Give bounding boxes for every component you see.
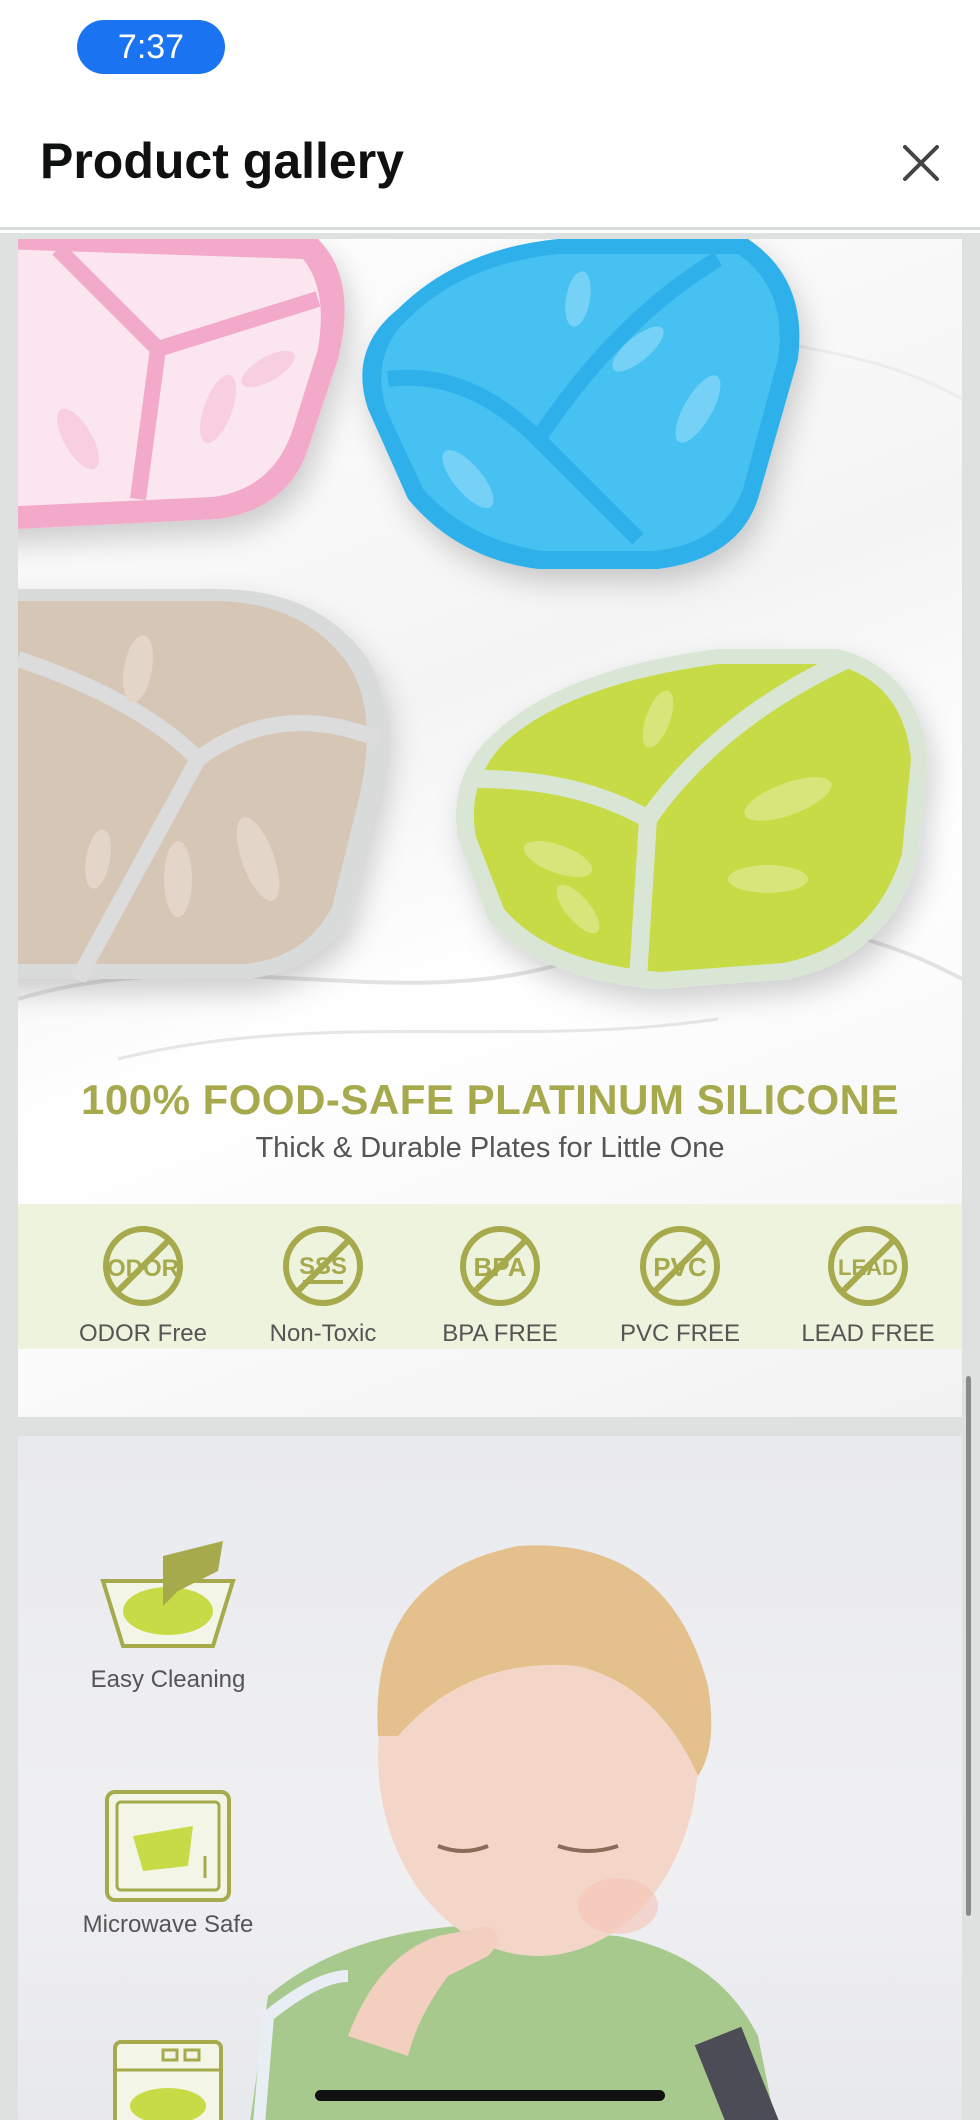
badge-bpa: BPA BPA FREE [410,1204,590,1349]
feature-label: Microwave Safe [82,1911,254,1938]
feature-dishwasher [58,2036,278,2120]
odor-free-icon: ODOR [103,1226,183,1306]
plates-illustration [18,239,962,1061]
feature-easy-cleaning: Easy Cleaning [58,1531,278,1694]
product-subline: Thick & Durable Plates for Little One [255,1132,725,1164]
status-bar: 7:37 [0,0,980,100]
gallery-scroll[interactable]: 100% FOOD-SAFE PLATINUM SILICONE Thick &… [0,233,980,2120]
badge-non-toxic: SSS Non-Toxic [233,1204,413,1349]
home-indicator[interactable] [315,2090,665,2101]
badge-pvc: PVC PVC FREE [590,1204,770,1349]
feature-label: Easy Cleaning [90,1666,246,1693]
lead-free-icon: LEAD [828,1226,908,1306]
beige-plate [18,589,386,983]
badge-odor: ODOR ODOR Free [53,1204,233,1349]
product-headline: 100% FOOD-SAFE PLATINUM SILICONE [81,1076,899,1123]
badge-band: ODOR ODOR Free SSS Non-Toxic BPA [18,1204,962,1349]
blue-plate [362,239,800,569]
microwave-icon [105,1790,231,1902]
easy-cleaning-icon [100,1541,236,1648]
close-icon [903,145,939,181]
status-time: 7:37 [77,20,225,74]
gallery-header: Product gallery [0,100,980,230]
dishwasher-icon [113,2040,223,2120]
product-image-plates[interactable]: 100% FOOD-SAFE PLATINUM SILICONE Thick &… [18,239,962,1417]
badge-label: BPA FREE [442,1320,558,1347]
page-title: Product gallery [40,133,404,189]
scrollbar[interactable] [966,1376,971,1916]
badge-label: ODOR Free [78,1320,207,1347]
badge-label: PVC FREE [619,1320,741,1347]
green-plate [456,649,928,989]
feature-microwave-safe: Microwave Safe [58,1786,278,1939]
badge-label: LEAD FREE [801,1320,935,1347]
pink-plate [18,239,345,529]
badge-label: Non-Toxic [269,1320,377,1347]
product-image-baby[interactable]: Easy Cleaning Microwave Safe [18,1436,962,2120]
close-button[interactable] [895,137,947,189]
bpa-free-icon: BPA [460,1226,540,1306]
pvc-free-icon: PVC [640,1226,720,1306]
badge-lead: LEAD LEAD FREE [778,1204,958,1349]
non-toxic-icon: SSS [283,1226,363,1306]
